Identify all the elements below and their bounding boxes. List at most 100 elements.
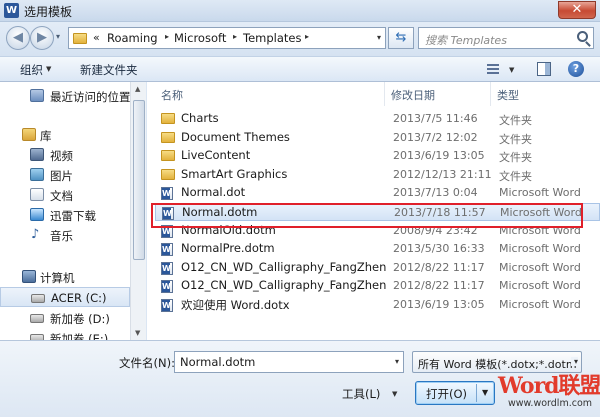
video-icon: [30, 148, 44, 161]
sidebar-item-label: 计算机: [40, 271, 75, 285]
chevron-down-icon[interactable]: ▼: [46, 65, 51, 73]
file-date: 2013/6/19 13:05: [393, 298, 485, 311]
column-header-date[interactable]: 修改日期: [385, 82, 491, 106]
filename-value: Normal.dotm: [180, 355, 256, 369]
refresh-button[interactable]: ⇆: [388, 27, 414, 49]
forward-button[interactable]: ▶: [30, 26, 54, 50]
file-type: Microsoft Word: [499, 279, 581, 293]
file-type: Microsoft Word: [499, 260, 581, 274]
breadcrumb-templates[interactable]: Templates: [243, 31, 301, 45]
breadcrumb-separator[interactable]: ▸: [305, 32, 309, 41]
sidebar-item-computer[interactable]: 计算机: [0, 267, 130, 287]
scrollbar-thumb[interactable]: [133, 100, 145, 260]
file-type: Microsoft Word: [499, 298, 581, 311]
search-input[interactable]: 搜索 Templates: [418, 27, 594, 49]
sidebar-item-library[interactable]: 库: [0, 125, 130, 145]
watermark: Word联盟 www.wordlm.com: [498, 368, 600, 416]
window-title: 选用模板: [24, 5, 73, 19]
scroll-up-arrow[interactable]: ▲: [135, 85, 140, 93]
file-name: O12_CN_WD_Calligraphy_FangZheng...: [181, 278, 387, 293]
navigation-scrollbar[interactable]: ▲ ▼: [130, 82, 146, 340]
file-date: 2013/6/19 13:05: [393, 149, 485, 163]
file-name: SmartArt Graphics: [181, 166, 288, 181]
file-row[interactable]: Normal.dot 2013/7/13 0:04 Microsoft Word: [155, 184, 600, 202]
file-type: Microsoft Word: [499, 242, 581, 256]
file-type: Microsoft Word: [500, 206, 582, 219]
sidebar-item-label: 音乐: [50, 229, 73, 243]
sidebar-item-recent-places[interactable]: 最近访问的位置: [0, 86, 131, 106]
organize-button[interactable]: 组织: [20, 62, 43, 78]
command-toolbar: 组织 ▼ 新建文件夹 ▼ ?: [0, 56, 600, 82]
file-date: 2012/8/22 11:17: [393, 279, 485, 293]
sidebar-item-downloads[interactable]: 迅雷下载: [0, 205, 130, 225]
help-icon[interactable]: ?: [568, 61, 584, 77]
scroll-down-arrow[interactable]: ▼: [135, 329, 140, 337]
open-button-label: 打开(O): [426, 387, 468, 401]
tools-button[interactable]: 工具(L): [342, 386, 380, 402]
filename-history-dropdown[interactable]: ▾: [395, 357, 399, 366]
sidebar-item-label: 新加卷 (E:): [50, 332, 109, 340]
word-document-icon: [161, 261, 173, 275]
sidebar-item-label: 图片: [50, 169, 73, 183]
file-row[interactable]: O12_CN_WD_Calligraphy_FangZheng... 2012/8…: [155, 277, 600, 295]
file-row[interactable]: LiveContent 2013/6/19 13:05 文件夹: [155, 147, 600, 165]
file-type: 文件夹: [499, 114, 532, 127]
breadcrumb-separator[interactable]: ▸: [233, 32, 237, 41]
word-document-icon: [162, 207, 174, 220]
preview-pane-icon[interactable]: [537, 62, 551, 76]
chevron-down-icon[interactable]: ▾: [570, 357, 578, 366]
open-options-dropdown[interactable]: ▼: [482, 388, 488, 397]
file-row[interactable]: SmartArt Graphics 2012/12/13 21:11 文件夹: [155, 166, 600, 184]
music-icon: ♪: [31, 227, 40, 242]
chevron-down-icon[interactable]: ▼: [392, 390, 397, 398]
sidebar-item-drive-e[interactable]: 新加卷 (E:): [0, 328, 130, 340]
search-icon[interactable]: [577, 31, 588, 42]
sidebar-item-drive-d[interactable]: 新加卷 (D:): [0, 308, 130, 328]
file-row[interactable]: NormalPre.dotm 2013/5/30 16:33 Microsoft W…: [155, 240, 600, 258]
recent-places-icon: [30, 89, 44, 102]
word-document-icon: [161, 299, 173, 312]
file-row[interactable]: Normal.dotm 2013/7/18 11:57 Microsoft Word: [155, 203, 600, 221]
file-name: O12_CN_WD_Calligraphy_FangZheng...: [181, 259, 387, 274]
sidebar-item-documents[interactable]: 文档: [0, 185, 130, 205]
file-row[interactable]: O12_CN_WD_Calligraphy_FangZheng... 2012/8…: [155, 259, 600, 277]
library-icon: [22, 128, 36, 141]
breadcrumb-overflow[interactable]: «: [93, 31, 100, 44]
sidebar-item-pictures[interactable]: 图片: [0, 165, 130, 185]
file-type: Microsoft Word: [499, 186, 581, 200]
breadcrumb-microsoft[interactable]: Microsoft: [174, 31, 226, 45]
address-history-dropdown[interactable]: ▾: [377, 33, 381, 42]
file-row[interactable]: Document Themes 2013/7/2 12:02 文件夹: [155, 129, 600, 147]
back-button[interactable]: ◀: [6, 26, 30, 50]
close-button[interactable]: ✕: [558, 1, 596, 19]
column-header-name[interactable]: 名称: [155, 82, 385, 106]
breadcrumb-separator[interactable]: ▸: [165, 32, 169, 41]
column-header-type[interactable]: 类型: [491, 82, 600, 106]
open-button[interactable]: 打开(O) ▼: [415, 381, 495, 405]
file-row[interactable]: Charts 2013/7/5 11:46 文件夹: [155, 110, 600, 128]
drive-icon: [30, 314, 44, 323]
new-folder-button[interactable]: 新建文件夹: [80, 62, 138, 78]
change-view-icon[interactable]: [487, 64, 499, 75]
breadcrumb-roaming[interactable]: Roaming: [107, 31, 158, 45]
sidebar-item-drive-c[interactable]: ACER (C:): [0, 287, 130, 307]
sidebar-item-label: 新加卷 (D:): [50, 312, 110, 326]
file-row[interactable]: 欢迎使用 Word.dotx 2013/6/19 13:05 Microsoft W…: [155, 296, 600, 314]
file-type: 文件夹: [499, 169, 532, 183]
pictures-icon: [30, 168, 44, 181]
folder-icon: [161, 150, 175, 162]
sidebar-item-videos[interactable]: 视频: [0, 145, 130, 165]
filename-input[interactable]: Normal.dotm ▾: [174, 351, 404, 373]
drive-icon: [31, 294, 45, 303]
file-type: 文件夹: [499, 151, 532, 165]
recent-pages-dropdown[interactable]: ▾: [56, 32, 60, 41]
download-icon: [30, 208, 44, 221]
file-date: 2013/7/5 11:46: [393, 112, 478, 125]
sidebar-item-label: 视频: [50, 149, 73, 163]
file-row[interactable]: NormalOld.dotm 2008/9/4 23:42 Microsoft Wo…: [155, 222, 600, 240]
sidebar-item-music[interactable]: ♪ 音乐: [0, 225, 130, 245]
watermark-logo: Word联盟: [498, 373, 600, 399]
split-divider: [476, 384, 477, 402]
view-options-dropdown[interactable]: ▼: [509, 66, 514, 74]
address-bar[interactable]: « Roaming ▸ Microsoft ▸ Templates ▸ ▾: [68, 27, 386, 49]
